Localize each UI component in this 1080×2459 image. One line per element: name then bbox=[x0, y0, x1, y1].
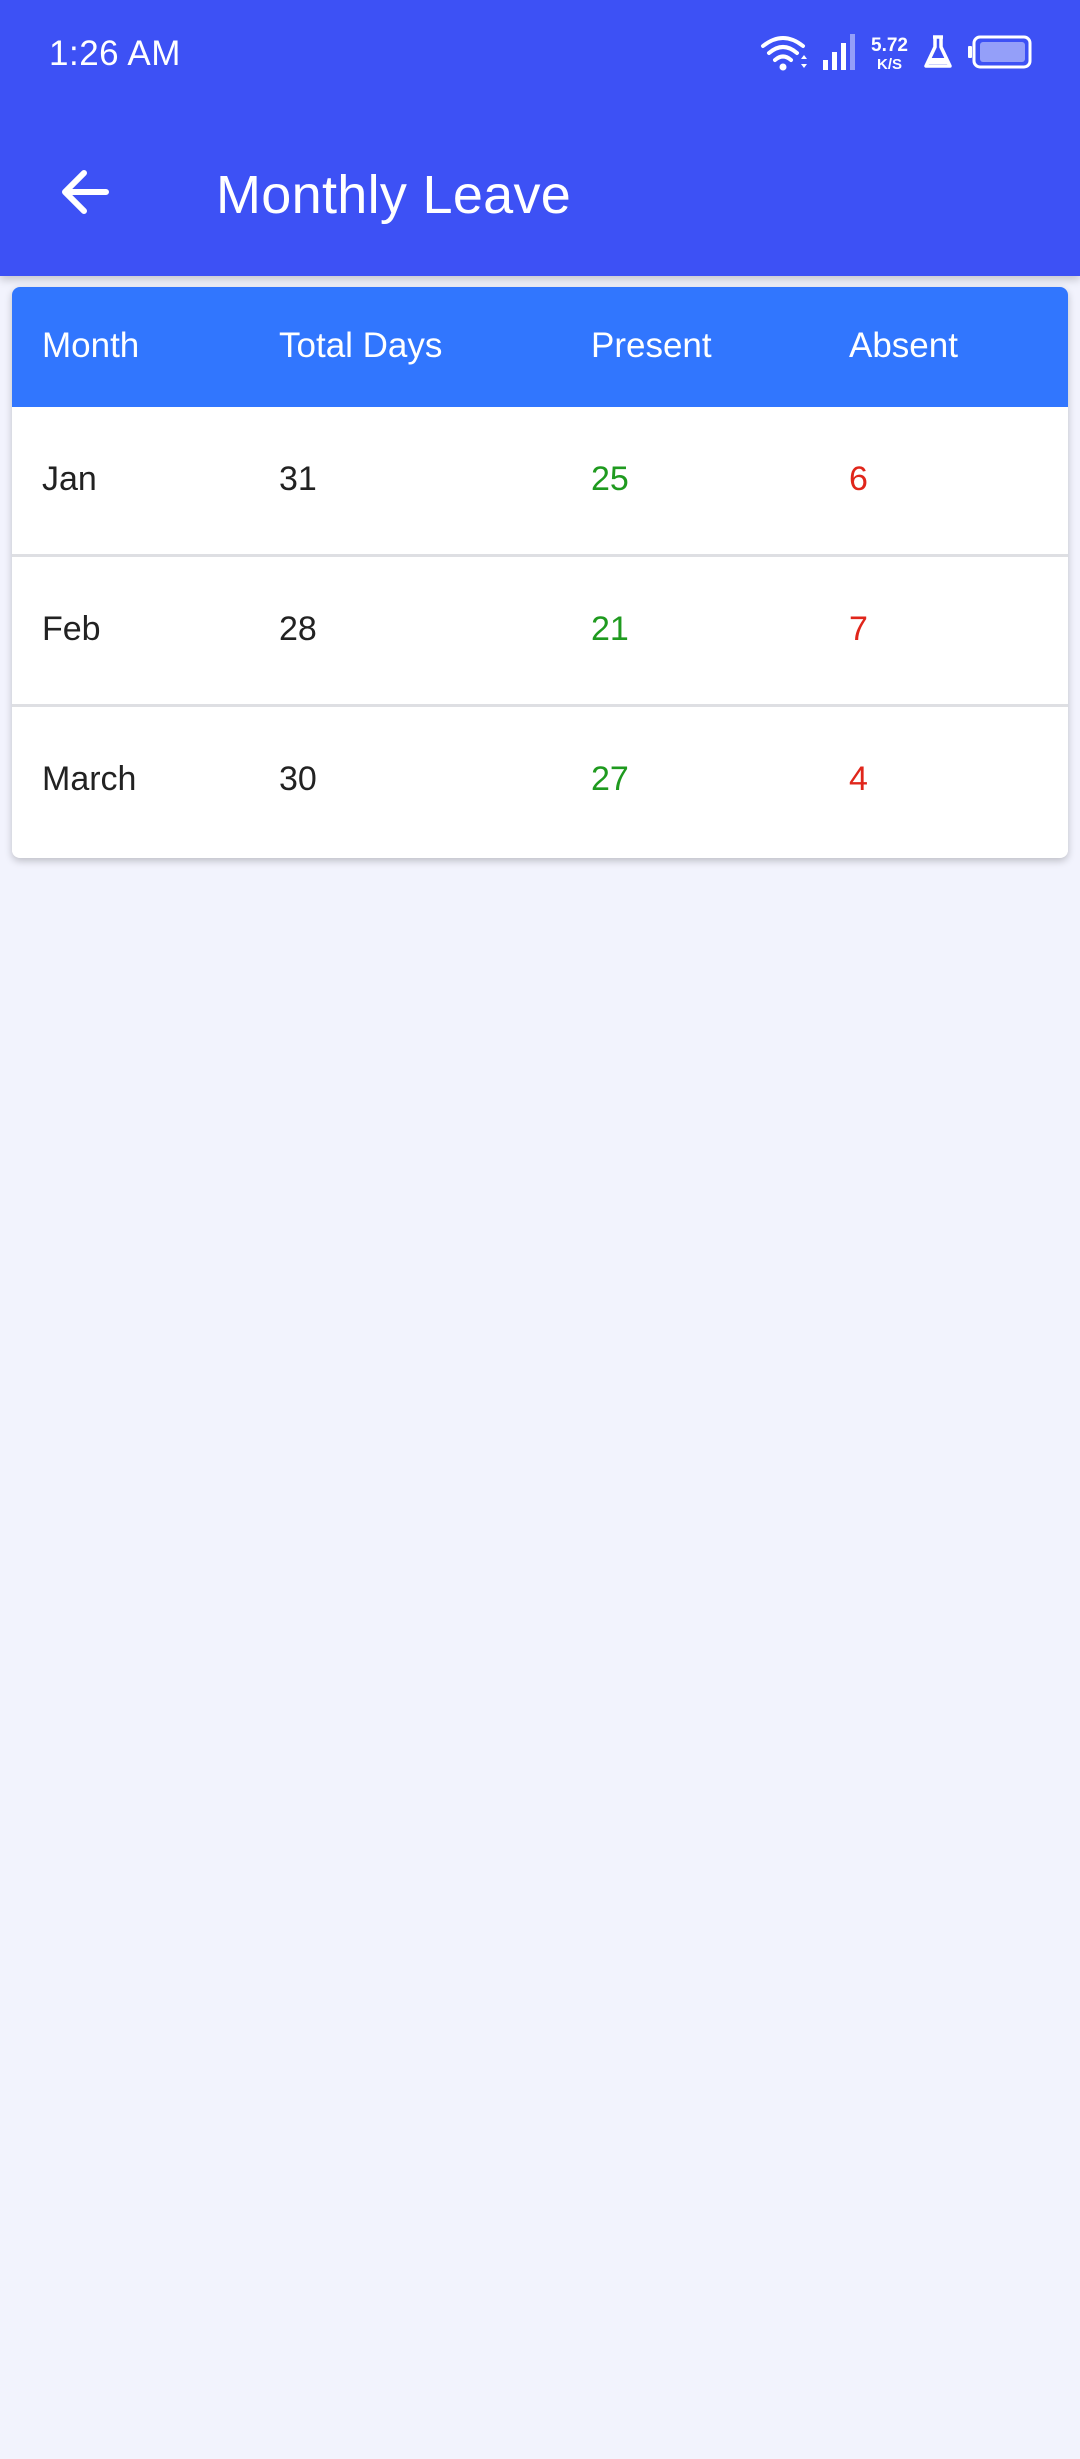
page-title: Monthly Leave bbox=[216, 165, 572, 225]
cell-present: 21 bbox=[591, 610, 629, 648]
net-speed-value: 5.72 bbox=[871, 35, 908, 56]
table-row: March 30 27 4 bbox=[12, 707, 1068, 857]
table-header: Month Total Days Present Absent bbox=[12, 287, 1068, 407]
cell-total-days: 30 bbox=[279, 760, 317, 798]
wifi-icon bbox=[759, 32, 808, 77]
cell-present: 25 bbox=[591, 460, 629, 498]
column-header-present: Present bbox=[591, 326, 712, 365]
net-speed-unit: K/S bbox=[877, 56, 903, 73]
arrow-left-icon bbox=[56, 164, 112, 225]
battery-icon bbox=[968, 34, 1032, 75]
cell-month: March bbox=[42, 760, 137, 798]
signal-icon bbox=[821, 32, 857, 77]
back-button[interactable] bbox=[40, 150, 128, 238]
lab-icon bbox=[922, 34, 954, 75]
cell-total-days: 28 bbox=[279, 610, 317, 648]
cell-absent: 7 bbox=[849, 610, 868, 648]
status-time: 1:26 AM bbox=[49, 34, 181, 73]
column-header-month: Month bbox=[42, 326, 140, 365]
table-row: Feb 28 21 7 bbox=[12, 557, 1068, 707]
cell-absent: 6 bbox=[849, 460, 868, 498]
cell-total-days: 31 bbox=[279, 460, 317, 498]
cell-month: Feb bbox=[42, 610, 101, 648]
toolbar: Monthly Leave bbox=[0, 110, 1080, 276]
column-header-absent: Absent bbox=[849, 326, 958, 365]
status-bar: 1:26 AM 5.72 K/S bbox=[0, 0, 1080, 110]
cell-present: 27 bbox=[591, 760, 629, 798]
status-icons: 5.72 K/S bbox=[759, 32, 1032, 76]
table-row: Jan 31 25 6 bbox=[12, 407, 1068, 557]
cell-month: Jan bbox=[42, 460, 97, 498]
column-header-total-days: Total Days bbox=[279, 326, 443, 365]
net-speed: 5.72 K/S bbox=[871, 36, 908, 72]
leave-table: Month Total Days Present Absent Jan 31 2… bbox=[12, 287, 1068, 858]
app-bar: 1:26 AM 5.72 K/S Monthly Leave bbox=[0, 0, 1080, 276]
cell-absent: 4 bbox=[849, 760, 868, 798]
